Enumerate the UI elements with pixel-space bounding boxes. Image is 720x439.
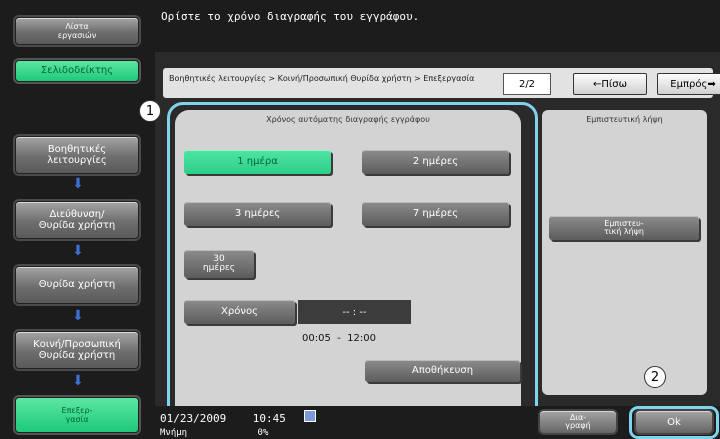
option-3-days[interactable]: 3 ημέρες: [184, 202, 331, 226]
time-value-field: -- : --: [298, 300, 411, 324]
memory-indicator: Μνήμη 0%: [160, 428, 269, 438]
sidebar: Λίστα εργασιών Σελιδοδείκτης Βοηθητικές …: [0, 0, 155, 439]
option-1-day[interactable]: 1 ημέρα: [184, 150, 331, 174]
time-button[interactable]: Χρόνος: [184, 300, 295, 324]
datetime: 01/23/2009 10:45: [160, 412, 286, 425]
page-indicator: 2/2: [503, 73, 551, 95]
main-panel: Βοηθητικές λειτουργίες > Κοινή/Προσωπική…: [139, 52, 720, 438]
confidential-title: Εμπιστευτική λήψη: [586, 115, 663, 124]
callout-1: 1: [139, 100, 161, 122]
callout-2: 2: [644, 366, 666, 388]
time-range: 00:05 - 12:00: [302, 333, 376, 344]
network-icon: [304, 410, 316, 422]
forward-button[interactable]: Εμπρός➡: [657, 73, 720, 95]
arrow-down-icon: ⬇: [72, 308, 84, 324]
step-address-box[interactable]: Διεύθυνση/ Θυρίδα χρήστη: [15, 201, 139, 239]
edit-step-button[interactable]: Επεξερ- γασία: [15, 397, 139, 433]
ok-button[interactable]: Ok: [636, 411, 712, 433]
job-list-button[interactable]: Λίστα εργασιών: [15, 17, 139, 45]
auto-delete-time-panel: Χρόνος αυτόματης διαγραφής εγγράφου 1 ημ…: [175, 110, 521, 433]
step-helper-functions[interactable]: Βοηθητικές λειτουργίες: [15, 136, 139, 174]
message-bar: Ορίστε το χρόνο διαγραφής του εγγράφου.: [155, 0, 720, 52]
breadcrumb-bar: Βοηθητικές λειτουργίες > Κοινή/Προσωπική…: [163, 68, 720, 98]
breadcrumb: Βοηθητικές λειτουργίες > Κοινή/Προσωπική…: [169, 74, 475, 83]
back-button[interactable]: ←Πίσω: [573, 73, 647, 95]
instruction-message: Ορίστε το χρόνο διαγραφής του εγγράφου.: [161, 10, 420, 23]
step-public-personal-box[interactable]: Κοινή/Προσωπική Θυρίδα χρήστη: [15, 331, 139, 369]
time-panel-title: Χρόνος αυτόματης διαγραφής εγγράφου: [266, 115, 430, 124]
arrow-down-icon: ⬇: [72, 243, 84, 259]
step-user-box[interactable]: Θυρίδα χρήστη: [15, 266, 139, 304]
option-30-days[interactable]: 30 ημέρες: [184, 250, 254, 278]
option-2-days[interactable]: 2 ημέρες: [362, 150, 509, 174]
arrow-down-icon: ⬇: [72, 373, 84, 389]
confidential-receive-panel: Εμπιστευτική λήψη Εμπιστευ- τική λήψη: [542, 110, 707, 395]
confidential-receive-button[interactable]: Εμπιστευ- τική λήψη: [549, 216, 699, 240]
arrow-down-icon: ⬇: [72, 176, 84, 192]
option-7-days[interactable]: 7 ημέρες: [362, 202, 509, 226]
delete-button[interactable]: Δια- γραφή: [540, 411, 616, 433]
store-button[interactable]: Αποθήκευση: [365, 360, 520, 382]
status-bar: 01/23/2009 10:45 Μνήμη 0% Δια- γραφή Ok: [155, 406, 720, 439]
bookmark-button[interactable]: Σελιδοδείκτης: [15, 60, 139, 82]
